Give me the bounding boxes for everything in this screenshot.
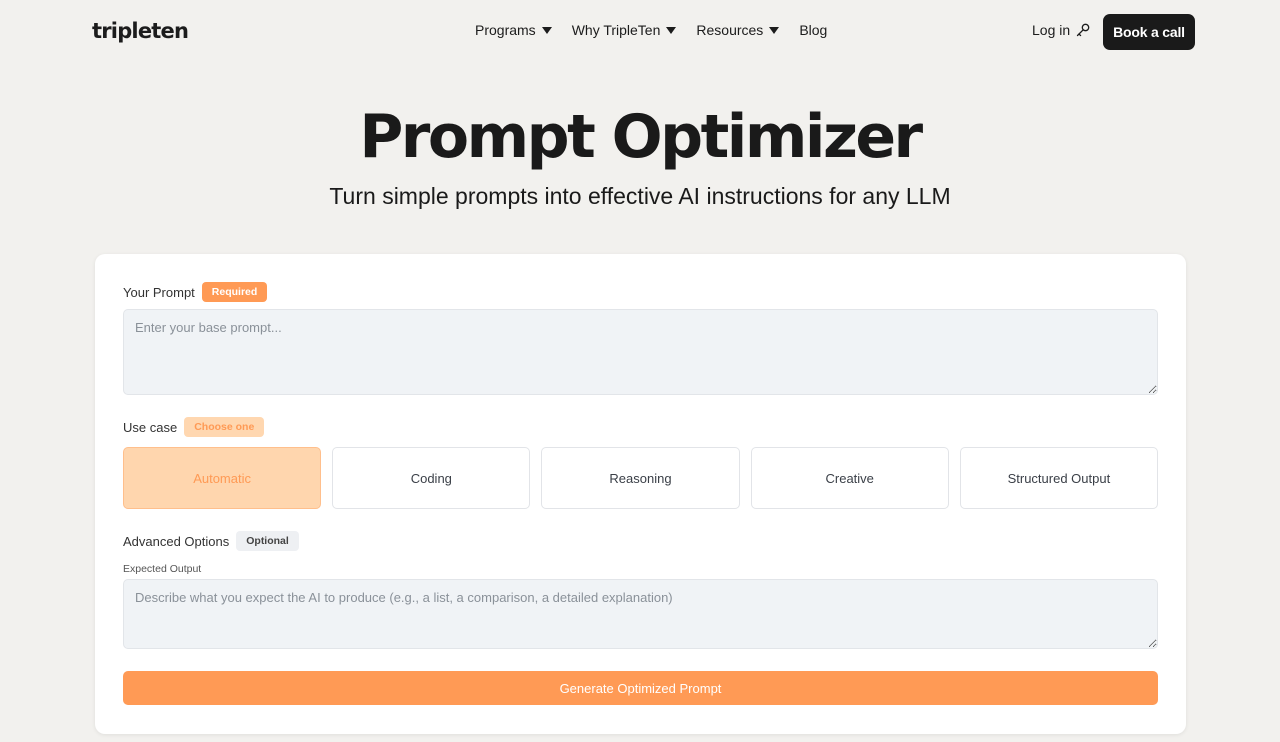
advanced-options-header: Advanced Options Optional — [123, 531, 299, 551]
login-label: Log in — [1032, 22, 1071, 38]
page-subtitle: Turn simple prompts into effective AI in… — [329, 183, 951, 209]
generate-optimized-prompt-button[interactable]: Generate Optimized Prompt — [123, 671, 1158, 705]
required-badge: Required — [201, 282, 268, 302]
prompt-optimizer-form: Your Prompt Required Use case Choose one… — [95, 254, 1186, 734]
use-case-header: Use case Choose one — [123, 417, 265, 437]
main-nav: Programs Why TripleTen Resources Blog — [475, 22, 827, 38]
prompt-label: Your Prompt — [123, 284, 195, 300]
book-a-call-button[interactable]: Book a call — [1103, 14, 1195, 50]
caret-down-icon — [769, 27, 780, 34]
nav-item-label: Programs — [475, 22, 536, 38]
prompt-input[interactable] — [123, 309, 1158, 395]
choose-one-badge: Choose one — [184, 417, 265, 437]
key-icon — [1076, 23, 1090, 37]
login-link[interactable]: Log in — [1032, 22, 1090, 38]
nav-item-programs[interactable]: Programs — [475, 22, 552, 38]
use-case-structured-output[interactable]: Structured Output — [959, 447, 1159, 509]
use-case-creative[interactable]: Creative — [750, 447, 949, 509]
use-case-automatic[interactable]: Automatic — [123, 447, 322, 509]
nav-item-label: Blog — [799, 22, 828, 38]
nav-item-why-tripleten[interactable]: Why TripleTen — [572, 22, 677, 38]
use-case-label: Use case — [123, 419, 178, 435]
caret-down-icon — [541, 27, 552, 34]
advanced-options-label: Advanced Options — [123, 533, 230, 549]
prompt-field-header: Your Prompt Required — [123, 282, 268, 302]
page-title: Prompt Optimizer — [359, 102, 923, 172]
use-case-options: Automatic Coding Reasoning Creative Stru… — [123, 447, 1159, 509]
tripleten-logo[interactable]: tripleten — [92, 19, 189, 43]
caret-down-icon — [666, 27, 677, 34]
use-case-reasoning[interactable]: Reasoning — [541, 447, 740, 509]
nav-item-label: Why TripleTen — [571, 22, 661, 38]
expected-output-label: Expected Output — [123, 563, 202, 575]
use-case-coding[interactable]: Coding — [332, 447, 531, 509]
expected-output-input[interactable] — [123, 579, 1158, 649]
nav-item-blog[interactable]: Blog — [799, 22, 827, 38]
optional-badge: Optional — [236, 531, 299, 551]
nav-item-label: Resources — [696, 22, 764, 38]
site-header: tripleten Programs Why TripleTen Resourc… — [0, 0, 1280, 64]
nav-item-resources[interactable]: Resources — [696, 22, 780, 38]
